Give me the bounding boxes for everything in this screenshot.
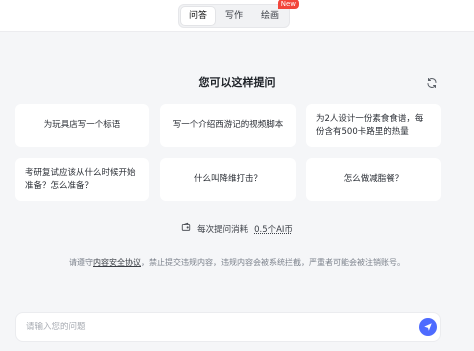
tab-qa-label: 问答: [189, 11, 208, 21]
mode-tabs: 问答 写作 绘画 New: [178, 0, 300, 28]
refresh-icon[interactable]: [425, 76, 439, 90]
cost-prefix: 每次提问消耗: [197, 224, 249, 235]
send-button[interactable]: [419, 318, 437, 336]
suggestion-text: 考研复试应该从什么时候开始准备？怎么准备？: [25, 167, 136, 191]
tab-qa[interactable]: 问答: [181, 7, 216, 25]
tab-writing-label: 写作: [225, 11, 244, 21]
tab-drawing-label: 绘画: [261, 11, 280, 21]
suggestion-card[interactable]: 写一个介绍西游记的视频脚本: [160, 104, 296, 147]
notice-after: ，禁止提交违规内容，违规内容会被系统拦截，严重者可能会被注销账号。: [141, 258, 405, 267]
policy-notice: 请遵守内容安全协议，禁止提交违规内容，违规内容会被系统拦截，严重者可能会被注销账…: [0, 257, 474, 268]
send-icon: [424, 323, 432, 331]
suggestion-card[interactable]: 为玩具店写一个标语: [15, 104, 149, 147]
suggestion-text: 什么叫降维打击？: [193, 174, 262, 184]
suggestion-card[interactable]: 怎么做减脂餐？: [306, 158, 441, 201]
new-badge: New: [277, 0, 300, 9]
tab-drawing[interactable]: 绘画 New: [253, 0, 300, 25]
top-bar: 问答 写作 绘画 New: [0, 0, 474, 32]
suggestion-text: 写一个介绍西游记的视频脚本: [172, 120, 284, 130]
suggestion-card[interactable]: 什么叫降维打击？: [160, 158, 296, 201]
suggestion-card[interactable]: 为2人设计一份素食食谱，每份含有500卡路里的热量: [306, 104, 441, 147]
cost-info: 每次提问消耗 0.5个AI币: [0, 222, 474, 235]
suggestions-heading: 您可以这样提问: [198, 76, 276, 89]
cost-amount: 0.5个AI币: [254, 224, 293, 235]
wallet-icon: [181, 222, 191, 235]
tab-writing[interactable]: 写作: [217, 7, 251, 25]
suggestion-card[interactable]: 考研复试应该从什么时候开始准备？怎么准备？: [15, 158, 149, 201]
suggestion-text: 为2人设计一份素食食谱，每份含有500卡路里的热量: [316, 113, 424, 137]
notice-before: 请遵守: [69, 258, 93, 267]
content-policy-link[interactable]: 内容安全协议: [93, 258, 141, 267]
question-input[interactable]: [26, 322, 406, 332]
suggestion-text: 怎么做减脂餐？: [343, 174, 404, 184]
question-input-bar: [15, 312, 441, 342]
suggestion-text: 为玩具店写一个标语: [43, 120, 121, 130]
